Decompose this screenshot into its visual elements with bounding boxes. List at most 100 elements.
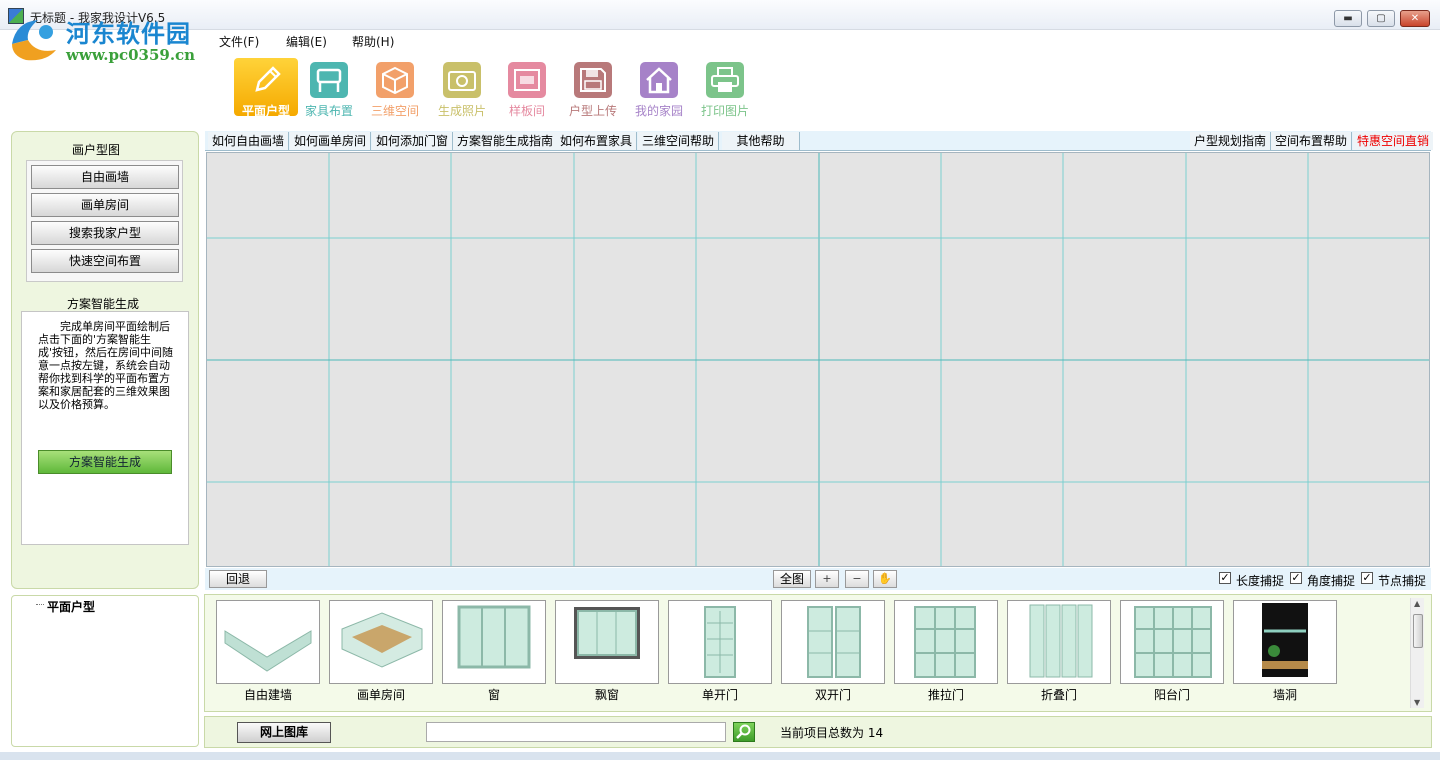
toolbar-button-1[interactable]: 家具布置 xyxy=(297,58,361,118)
cube-icon xyxy=(376,62,414,98)
search-icon[interactable] xyxy=(733,722,755,742)
tree-item-floorplan[interactable]: 平面户型 xyxy=(47,598,95,615)
help-link-other[interactable]: 其他帮助 xyxy=(722,132,800,150)
chair-icon xyxy=(310,62,348,98)
balcony-door-icon xyxy=(1120,600,1224,684)
toolbar-button-4[interactable]: 样板间 xyxy=(495,58,559,118)
node-snap-checkbox[interactable]: ✓ xyxy=(1361,572,1373,584)
single-room-button[interactable]: 画单房间 xyxy=(31,193,179,217)
help-link-special-offer[interactable]: 特惠空间直销 xyxy=(1353,132,1434,150)
wall-icon xyxy=(216,600,320,684)
help-link-3d[interactable]: 三维空间帮助 xyxy=(638,132,720,150)
catalog-item-label: 自由建墙 xyxy=(243,688,292,702)
room-box-icon xyxy=(329,600,433,684)
length-snap-checkbox[interactable]: ✓ xyxy=(1219,572,1231,584)
catalog-item[interactable]: 飘窗 xyxy=(555,600,659,704)
floppy-icon xyxy=(574,62,612,98)
wall-opening-icon xyxy=(1233,600,1337,684)
maximize-button[interactable]: ▢ xyxy=(1367,10,1395,27)
catalog-item[interactable]: 画单房间 xyxy=(329,600,433,704)
minimize-button[interactable]: ▬ xyxy=(1334,10,1362,27)
help-link-furniture[interactable]: 如何布置家具 xyxy=(556,132,638,150)
free-wall-button[interactable]: 自由画墙 xyxy=(31,165,179,189)
catalog-item[interactable]: 推拉门 xyxy=(894,600,998,704)
room-icon xyxy=(508,62,546,98)
scroll-up-icon[interactable]: ▲ xyxy=(1414,599,1420,608)
watermark-url: www.pc0359.cn xyxy=(66,46,196,64)
toolbar-button-3[interactable]: 生成照片 xyxy=(430,58,494,118)
search-input[interactable] xyxy=(426,722,726,742)
close-button[interactable]: ✕ xyxy=(1400,10,1430,27)
tree-panel xyxy=(11,595,199,747)
help-link-smart-guide[interactable]: 方案智能生成指南 xyxy=(453,132,559,150)
catalog-item-label: 窗 xyxy=(487,688,500,702)
undo-button[interactable]: 回退 xyxy=(209,570,267,588)
online-library-button[interactable]: 网上图库 xyxy=(237,722,331,743)
description-text: 完成单房间平面绘制后点击下面的'方案智能生成'按钮，然后在房间中间随意一点按左键… xyxy=(38,320,174,411)
angle-snap-checkbox[interactable]: ✓ xyxy=(1290,572,1302,584)
smart-generate-button[interactable]: 方案智能生成 xyxy=(38,450,172,474)
catalog-item-label: 单开门 xyxy=(701,688,738,702)
folding-door-icon xyxy=(1007,600,1111,684)
smart-section-title: 方案智能生成 xyxy=(67,297,140,311)
node-snap-label: 节点捕捉 xyxy=(1378,574,1427,588)
catalog-item[interactable]: 双开门 xyxy=(781,600,885,704)
catalog-item[interactable]: 窗 xyxy=(442,600,546,704)
length-snap-label: 长度捕捉 xyxy=(1236,574,1285,588)
help-link-plan-guide[interactable]: 户型规划指南 xyxy=(1190,132,1272,150)
catalog-item-label: 飘窗 xyxy=(594,688,619,702)
scroll-down-icon[interactable]: ▼ xyxy=(1414,698,1420,707)
quick-layout-button[interactable]: 快速空间布置 xyxy=(31,249,179,273)
catalog-item[interactable]: 单开门 xyxy=(668,600,772,704)
catalog-item[interactable]: 自由建墙 xyxy=(216,600,320,704)
zoom-in-icon[interactable]: + xyxy=(815,570,839,588)
catalog-scrollbar[interactable]: ▲ ▼ xyxy=(1410,598,1424,708)
watermark-title: 河东软件园 xyxy=(66,19,191,48)
status-strip xyxy=(0,752,1440,760)
angle-snap-label: 角度捕捉 xyxy=(1307,574,1356,588)
menu-file[interactable]: 文件(F) xyxy=(219,33,259,50)
catalog-item[interactable]: 阳台门 xyxy=(1120,600,1224,704)
zoom-out-icon[interactable]: − xyxy=(845,570,869,588)
toolbar-label: 家具布置 xyxy=(304,104,353,118)
catalog-item-label: 画单房间 xyxy=(356,688,405,702)
double-door-icon xyxy=(781,600,885,684)
pan-hand-icon[interactable]: ✋ xyxy=(873,570,897,588)
menu-help[interactable]: 帮助(H) xyxy=(352,33,394,50)
help-link-layout-help[interactable]: 空间布置帮助 xyxy=(1271,132,1353,150)
catalog-item-label: 墙洞 xyxy=(1272,688,1297,702)
toolbar-button-0[interactable]: 平面户型 xyxy=(234,58,298,118)
toolbar-label: 样板间 xyxy=(508,104,545,118)
house-icon xyxy=(640,62,678,98)
toolbar-button-7[interactable]: 打印图片 xyxy=(693,58,757,118)
pencil-icon xyxy=(247,62,285,98)
help-link-single-room[interactable]: 如何画单房间 xyxy=(290,132,372,150)
menu-edit[interactable]: 编辑(E) xyxy=(286,33,327,50)
catalog-item-label: 折叠门 xyxy=(1040,688,1077,702)
fit-all-button[interactable]: 全图 xyxy=(773,570,811,588)
watermark-logo-icon xyxy=(12,20,56,61)
single-door-icon xyxy=(668,600,772,684)
camera-icon xyxy=(443,62,481,98)
toolbar-button-5[interactable]: 户型上传 xyxy=(561,58,625,118)
toolbar-label: 三维空间 xyxy=(370,104,419,118)
catalog-item[interactable]: 墙洞 xyxy=(1233,600,1337,704)
catalog-item[interactable]: 折叠门 xyxy=(1007,600,1111,704)
catalog-item-label: 阳台门 xyxy=(1153,688,1190,702)
search-floorplan-button[interactable]: 搜索我家户型 xyxy=(31,221,179,245)
help-link-free-wall[interactable]: 如何自由画墙 xyxy=(208,132,290,150)
scroll-thumb[interactable] xyxy=(1413,614,1423,648)
toolbar-label: 平面户型 xyxy=(241,104,290,118)
toolbar-button-2[interactable]: 三维空间 xyxy=(363,58,427,118)
draw-section-title: 画户型图 xyxy=(72,143,121,157)
bay-window-icon xyxy=(555,600,659,684)
canvas-grid xyxy=(207,153,1429,566)
toolbar-label: 打印图片 xyxy=(700,104,749,118)
window-icon xyxy=(442,600,546,684)
help-link-doors-windows[interactable]: 如何添加门窗 xyxy=(372,132,454,150)
catalog-item-label: 双开门 xyxy=(814,688,851,702)
design-canvas[interactable] xyxy=(206,152,1430,567)
toolbar-button-6[interactable]: 我的家园 xyxy=(627,58,691,118)
toolbar-label: 我的家园 xyxy=(634,104,683,118)
toolbar-label: 生成照片 xyxy=(437,104,486,118)
